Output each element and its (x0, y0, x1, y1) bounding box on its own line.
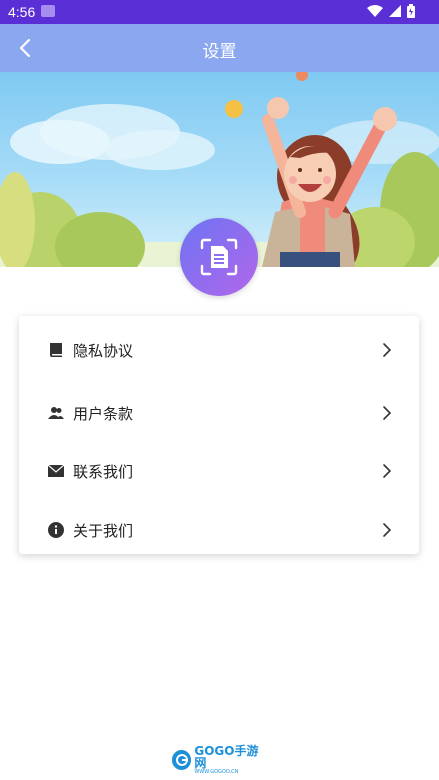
brand-mark-icon (172, 750, 192, 770)
wifi-icon (367, 5, 383, 17)
chevron-right-icon (381, 463, 393, 479)
chevron-right-icon (381, 522, 393, 538)
app-logo (180, 218, 258, 296)
menu-label-terms: 用户条款 (73, 404, 134, 423)
document-scan-icon (200, 238, 238, 276)
chevron-right-icon (381, 405, 393, 421)
info-icon (48, 522, 64, 538)
settings-menu: 隐私协议 用户条款 联系我们 关于我们 (19, 316, 419, 554)
app-header: 设置 (0, 24, 439, 72)
menu-item-terms[interactable]: 用户条款 (19, 385, 419, 441)
status-bar: 4:56 (0, 0, 439, 24)
menu-label-about: 关于我们 (73, 521, 134, 540)
menu-item-privacy[interactable]: 隐私协议 (19, 322, 419, 378)
notification-icon (41, 5, 55, 17)
footer-brand-name: GOGO手游网 (194, 744, 259, 770)
menu-item-about[interactable]: 关于我们 (19, 502, 419, 558)
menu-label-privacy: 隐私协议 (73, 341, 134, 360)
chevron-right-icon (381, 342, 393, 358)
footer-brand-logo: GOGO手游网 WWW.GOGOO.CN (172, 744, 268, 775)
menu-item-contact[interactable]: 联系我们 (19, 443, 419, 499)
users-icon (48, 405, 64, 421)
menu-label-contact: 联系我们 (73, 462, 134, 481)
status-time: 4:56 (8, 4, 36, 20)
envelope-icon (48, 463, 64, 479)
page-title: 设置 (202, 42, 237, 62)
status-indicators (367, 4, 415, 18)
footer-brand-url: WWW.GOGOO.CN (194, 769, 239, 775)
signal-icon (389, 5, 401, 17)
book-icon (48, 342, 64, 358)
battery-icon (407, 4, 415, 18)
